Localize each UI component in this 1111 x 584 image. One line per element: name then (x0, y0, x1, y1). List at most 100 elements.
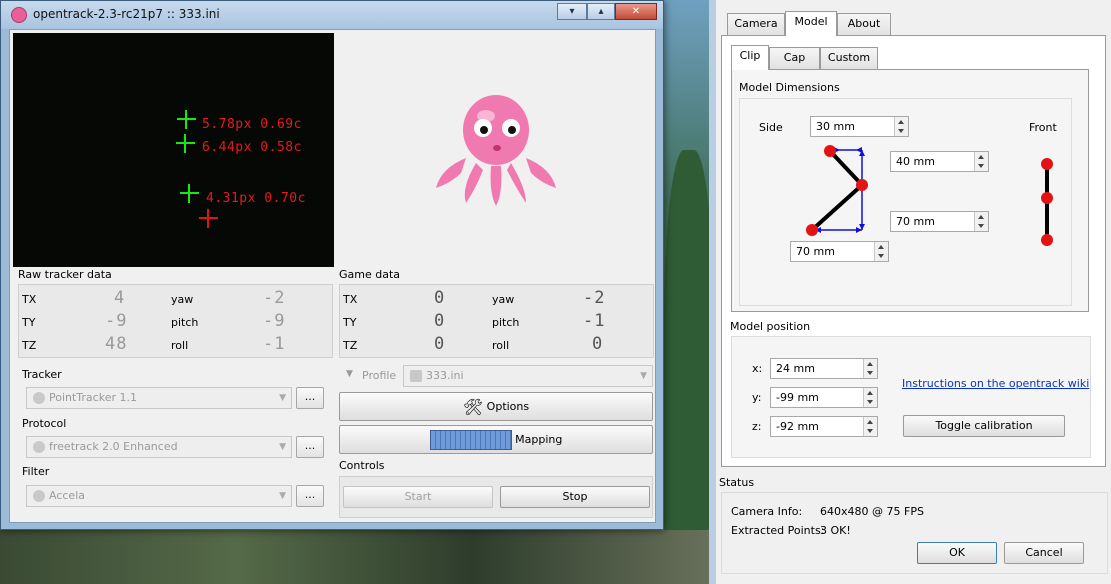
tracked-point-marker (176, 134, 195, 153)
spin-arrows-icon (974, 152, 988, 171)
tab-about[interactable]: About (837, 13, 891, 35)
raw-pitch-value: -9 (263, 311, 286, 331)
game-yaw-value: -2 (583, 288, 606, 308)
side-width-spinbox[interactable]: 30 mm (810, 116, 909, 137)
filter-select[interactable]: Accela ▼ (26, 485, 292, 507)
game-tx-label: TX (343, 293, 358, 306)
tracker-select[interactable]: PointTracker 1.1 ▼ (26, 387, 292, 409)
protocol-label: Protocol (22, 417, 67, 430)
raw-ty-value: -9 (105, 311, 128, 331)
logo-area (334, 33, 654, 267)
tracker-settings-button[interactable]: ... (296, 387, 324, 409)
raw-roll-value: -1 (263, 334, 286, 354)
profile-select[interactable]: 333.ini ▼ (403, 365, 653, 387)
minimize-button[interactable]: ▾ (557, 3, 587, 20)
game-tz-value: 0 (434, 334, 446, 354)
background-rocks (0, 530, 709, 584)
spin-arrows-icon (863, 417, 877, 436)
side-label: Side (759, 121, 783, 134)
game-yaw-label: yaw (492, 293, 515, 306)
protocol-settings-button[interactable]: ... (296, 436, 324, 458)
raw-tracker-group: TX 4 yaw -2 TY -9 pitch -9 TZ 48 roll -1 (18, 284, 333, 358)
restore-button[interactable]: ▴ (587, 3, 615, 20)
y-label: y: (752, 391, 762, 404)
model-dimensions-title: Model Dimensions (739, 81, 840, 94)
subtab-custom[interactable]: Custom (820, 47, 878, 69)
ok-button[interactable]: OK (917, 542, 997, 564)
tracker-icon (33, 392, 45, 404)
raw-ty-label: TY (22, 316, 36, 329)
chevron-down-icon: ▼ (279, 393, 286, 403)
curve-preview-icon (429, 430, 512, 450)
point-label: 6.44px 0.58c (202, 140, 302, 155)
chevron-down-icon: ▼ (279, 491, 286, 501)
raw-tz-value: 48 (105, 334, 128, 354)
tracked-point-marker (177, 110, 196, 129)
tracked-point-marker (180, 184, 199, 203)
subtab-cap[interactable]: Cap (769, 47, 820, 69)
top-length-value: 40 mm (896, 155, 935, 168)
title-bar[interactable]: opentrack-2.3-rc21p7 :: 333.ini ▾ ▴ ✕ (1, 1, 663, 29)
start-button[interactable]: Start (343, 486, 493, 508)
protocol-icon (33, 441, 45, 453)
raw-tracker-title: Raw tracker data (18, 268, 112, 281)
game-ty-label: TY (343, 316, 357, 329)
game-data-group: TX 0 yaw -2 TY 0 pitch -1 TZ 0 roll 0 (339, 284, 654, 358)
main-window: opentrack-2.3-rc21p7 :: 333.ini ▾ ▴ ✕ 5.… (0, 0, 664, 530)
x-label: x: (752, 362, 763, 375)
spin-arrows-icon (974, 212, 988, 231)
protocol-select[interactable]: freetrack 2.0 Enhanced ▼ (26, 436, 292, 458)
game-data-title: Game data (339, 268, 401, 281)
model-position-title: Model position (730, 320, 811, 333)
extracted-points-label: Extracted Points: (731, 524, 825, 537)
options-button[interactable]: 🛠 Options (339, 392, 653, 421)
bottom-length-value: 70 mm (896, 215, 935, 228)
game-tz-label: TZ (343, 339, 358, 352)
tools-icon: 🛠 (462, 397, 484, 417)
filter-settings-button[interactable]: ... (296, 485, 324, 507)
close-button[interactable]: ✕ (615, 3, 657, 20)
options-button-label: Options (486, 400, 530, 413)
game-pitch-label: pitch (492, 316, 520, 329)
stop-button[interactable]: Stop (500, 486, 650, 508)
camera-info-label: Camera Info: (731, 505, 803, 518)
raw-pitch-label: pitch (171, 316, 199, 329)
main-client-area: 5.78px 0.69c 6.44px 0.58c 4.31px 0.70c R… (9, 29, 656, 523)
profile-select-value: 333.ini (426, 369, 464, 382)
settings-dialog: Camera Model About Clip Cap Custom Model… (709, 0, 1111, 584)
filter-icon (33, 490, 45, 502)
bottom-length-spinbox[interactable]: 70 mm (890, 211, 989, 232)
window-title: opentrack-2.3-rc21p7 :: 333.ini (33, 7, 220, 21)
side-width-value: 30 mm (816, 120, 855, 133)
spin-arrows-icon (863, 359, 877, 378)
front-model-diagram (1041, 158, 1053, 246)
z-position-spinbox[interactable]: -92 mm (770, 416, 878, 437)
wiki-link[interactable]: Instructions on the opentrack wiki (902, 377, 1089, 390)
spin-arrows-icon (863, 388, 877, 407)
mapping-button[interactable]: Mapping (339, 425, 653, 454)
tracker-select-value: PointTracker 1.1 (49, 391, 137, 404)
game-roll-value: 0 (592, 334, 604, 354)
toggle-calibration-button[interactable]: Toggle calibration (903, 415, 1065, 437)
tab-camera[interactable]: Camera (727, 13, 785, 35)
point-label: 5.78px 0.69c (202, 117, 302, 132)
raw-yaw-label: yaw (171, 293, 194, 306)
x-position-spinbox[interactable]: 24 mm (770, 358, 878, 379)
y-position-spinbox[interactable]: -99 mm (770, 387, 878, 408)
octopus-logo (436, 95, 556, 206)
top-length-spinbox[interactable]: 40 mm (890, 151, 989, 172)
z-position-value: -92 mm (776, 420, 819, 433)
subtab-clip[interactable]: Clip (731, 45, 769, 70)
profile-dropdown-icon[interactable]: ▼ (346, 369, 353, 379)
raw-roll-label: roll (171, 339, 189, 352)
filter-label: Filter (22, 465, 50, 478)
model-position-frame: x: 24 mm y: -99 mm z: -92 mm Instruction… (731, 336, 1091, 458)
front-label: Front (1029, 121, 1057, 134)
video-feed: 5.78px 0.69c 6.44px 0.58c 4.31px 0.70c (13, 33, 334, 267)
filter-select-value: Accela (49, 489, 85, 502)
tab-model[interactable]: Model (785, 11, 837, 36)
cancel-button[interactable]: Cancel (1004, 542, 1084, 564)
raw-tz-label: TZ (22, 339, 37, 352)
status-frame: Camera Info: 640x480 @ 75 FPS Extracted … (721, 492, 1108, 574)
extracted-points-value: 3 OK! (820, 524, 851, 537)
